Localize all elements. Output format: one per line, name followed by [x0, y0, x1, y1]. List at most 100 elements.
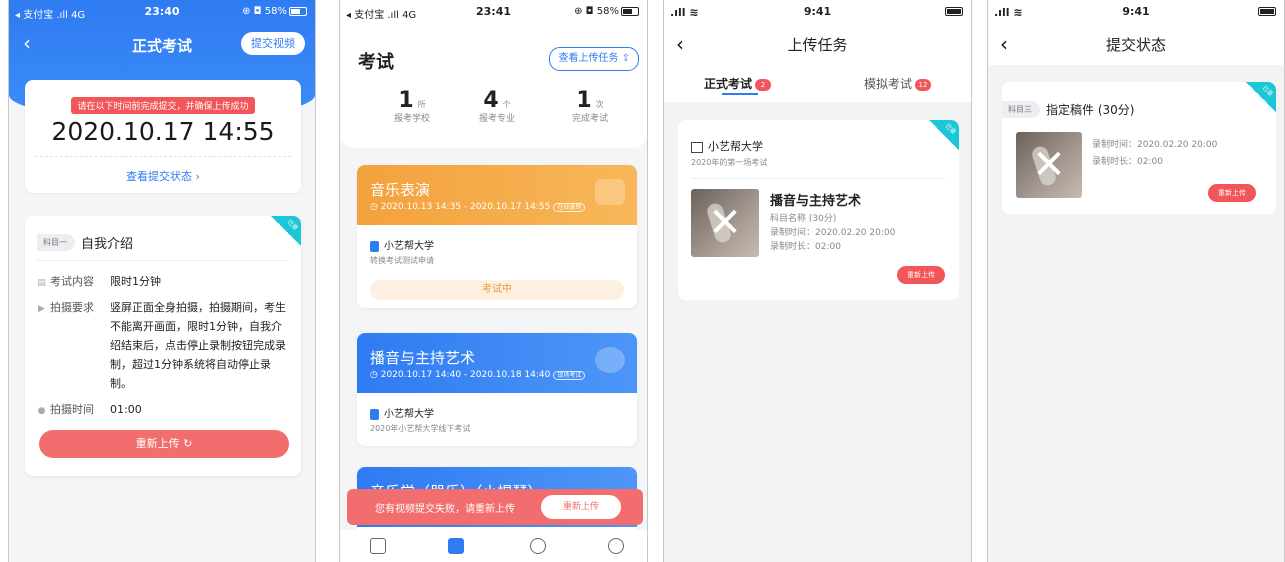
exam-card[interactable]: 音乐表演 ◷ 2020.10.13 14:35 - 2020.10.17 14:… — [357, 165, 637, 308]
university-header: 小艺帮大学 — [691, 138, 763, 154]
task-subject-name: 播音与主持艺术 — [770, 194, 862, 209]
exam-status-pill: 考试中 — [370, 280, 624, 300]
divider — [691, 178, 946, 179]
toast-reupload-button[interactable]: 重新上传 — [540, 495, 621, 519]
battery-icon — [945, 6, 963, 16]
status-battery — [943, 6, 963, 17]
battery-icon — [1258, 6, 1276, 16]
meta-line: 录制时长：02:00 — [770, 242, 841, 252]
video-thumbnail[interactable]: ✕ — [691, 189, 759, 257]
clock-icon: ● — [37, 406, 46, 416]
tab-label: 模拟考试 — [864, 77, 913, 91]
nav-header: .ıll ≋ 9:41 ‹ 提交状态 — [988, 0, 1284, 65]
building-icon — [691, 141, 703, 153]
warning-text: 请在以下时间前完成提交，并确保上传成功 — [71, 97, 255, 114]
divider — [37, 260, 289, 261]
page-title: 提交状态 — [1105, 36, 1166, 54]
meta-line: 录制时长：02:00 — [1092, 157, 1163, 167]
school-name: 小艺帮大学 — [384, 409, 434, 420]
battery-icon — [621, 6, 639, 16]
exam-card[interactable]: 播音与主持艺术 ◷ 2020.10.17 14:40 - 2020.10.18 … — [357, 333, 637, 446]
stat-label: 完成考试 — [571, 114, 608, 124]
subject-title: 指定稿件 (30分) — [1046, 103, 1135, 117]
upload-task-card: 已录 小艺帮大学 2020年的第一场考试 ✕ 播音与主持艺术 科目名称 (30分… — [678, 120, 959, 300]
meta-line: 科目名称 (30分) — [770, 214, 837, 224]
exam-school: 小艺帮大学 — [370, 237, 434, 252]
exam-date-text: ◷ 2020.10.13 14:35 - 2020.10.17 14:55 — [370, 202, 551, 212]
document-icon: ▤ — [37, 278, 46, 288]
meta-line: 录制时间：2020.02.20 20:00 — [770, 228, 896, 238]
exam-date: ◷ 2020.10.13 14:35 - 2020.10.17 14:55 在线录… — [370, 202, 586, 212]
reupload-button[interactable]: 重新上传 — [1208, 184, 1256, 202]
stat-schools: 1所 报考学校 — [372, 88, 452, 124]
bottom-tab-bar — [340, 530, 647, 562]
status-time: 9:41 — [803, 5, 832, 18]
tab-home-icon[interactable] — [370, 538, 386, 554]
task-meta: 科目名称 (30分) 录制时间：2020.02.20 20:00 录制时长：02… — [770, 212, 895, 254]
stat-unit: 所 — [417, 100, 426, 109]
row-value: 竖屏正面全身拍摄，拍摄期间，考生不能离开画面，限时1分钟，自我介绍结束后，点击停… — [110, 301, 286, 390]
tab-mock-exam[interactable]: 模拟考试 12 — [864, 75, 932, 92]
stat-number: 4 — [483, 88, 499, 113]
school-name: 小艺帮大学 — [384, 241, 434, 252]
ribbon-text: 已录 — [285, 218, 300, 232]
tab-messages-icon[interactable] — [530, 538, 546, 554]
upload-failed-x-icon: ✕ — [1032, 142, 1066, 188]
deadline-card: 请在以下时间前完成提交，并确保上传成功 2020.10.17 14:55 查看提… — [25, 80, 301, 193]
school-logo-icon — [370, 408, 379, 420]
recorded-ribbon: 已录 — [1246, 82, 1276, 112]
reupload-button[interactable]: 重新上传 ↻ — [39, 430, 289, 458]
stat-unit: 次 — [595, 100, 604, 109]
video-camera-icon: ▶ — [38, 304, 45, 314]
tab-profile-icon[interactable] — [608, 538, 624, 554]
stat-completed: 1次 完成考试 — [550, 88, 630, 124]
status-bar: ◂ 支付宝 .ıll 4G 23:41 ⊕ ◘ 58% — [340, 0, 647, 22]
upload-failed-x-icon: ✕ — [708, 200, 742, 246]
page-title: 上传任务 — [787, 36, 848, 54]
active-tab-indicator — [722, 93, 758, 95]
exam-description: 2020年小艺帮大学线下考试 — [370, 424, 471, 433]
toast-message: 您有视频提交失败，请重新上传 — [375, 504, 515, 515]
exam-mode-chip: 在线录制 — [553, 203, 586, 212]
row-value: 限时1分钟 — [110, 275, 161, 288]
video-thumbnail[interactable]: ✕ — [1016, 132, 1082, 198]
row-label: 拍摄要求 — [50, 301, 94, 314]
tab-exam-icon[interactable] — [448, 538, 464, 554]
phone-formal-exam: ◂ 支付宝 .ıll 4G 23:40 ⊕ ◘ 58% ‹ 正式考试 提交视频 … — [8, 0, 316, 562]
exam-description: 转换考试测试申请 — [370, 256, 434, 265]
subject-header: 科目一 自我介绍 — [37, 232, 133, 252]
row-label: 考试内容 — [50, 275, 94, 288]
status-battery: ⊕ ◘ 58% — [242, 6, 307, 17]
stat-number: 1 — [398, 88, 414, 113]
view-submit-status-link[interactable]: 查看提交状态 › — [25, 168, 301, 184]
battery-text: ⊕ ◘ 58% — [242, 6, 287, 17]
exam-title: 音乐表演 — [370, 181, 431, 199]
reupload-button[interactable]: 重新上传 — [897, 266, 945, 284]
stat-number: 1 — [576, 88, 592, 113]
submit-video-button[interactable]: 提交视频 — [241, 32, 305, 55]
exam-card-header: 播音与主持艺术 ◷ 2020.10.17 14:40 - 2020.10.18 … — [357, 333, 637, 393]
divider — [35, 156, 291, 157]
battery-icon — [289, 6, 307, 16]
row-value: 01:00 — [110, 403, 142, 416]
subject-header: 科目三 指定稿件 (30分) — [1002, 99, 1134, 118]
stat-label: 报考专业 — [478, 114, 515, 124]
status-battery — [1256, 6, 1276, 17]
tab-label: 正式考试 — [704, 77, 753, 91]
view-upload-tasks-button[interactable]: 查看上传任务 ⇪ — [549, 47, 639, 71]
submission-meta: 录制时间：2020.02.20 20:00 录制时长：02:00 — [1092, 137, 1217, 171]
phone-submit-status: .ıll ≋ 9:41 ‹ 提交状态 已录 科目三 指定稿件 (30分) ✕ 录制… — [987, 0, 1285, 562]
subject-tag: 科目一 — [37, 234, 75, 251]
subject-title: 自我介绍 — [81, 237, 134, 252]
status-bar: .ıll ≋ 9:41 — [664, 0, 971, 22]
page-title: 考试 — [358, 52, 394, 73]
battery-text: ⊕ ◘ 58% — [574, 6, 619, 17]
exam-date: ◷ 2020.10.17 14:40 - 2020.10.18 14:40 现场考… — [370, 370, 586, 380]
university-name: 小艺帮大学 — [708, 140, 763, 153]
tab-formal-exam[interactable]: 正式考试 2 — [704, 75, 772, 95]
nav-header: .ıll ≋ 9:41 ‹ 上传任务 正式考试 2 模拟考试 12 — [664, 0, 971, 102]
status-bar: ◂ 支付宝 .ıll 4G 23:40 ⊕ ◘ 58% — [9, 0, 315, 22]
meta-line: 录制时间：2020.02.20 20:00 — [1092, 140, 1218, 150]
tab-count-badge: 2 — [755, 78, 772, 91]
status-battery: ⊕ ◘ 58% — [574, 6, 639, 17]
